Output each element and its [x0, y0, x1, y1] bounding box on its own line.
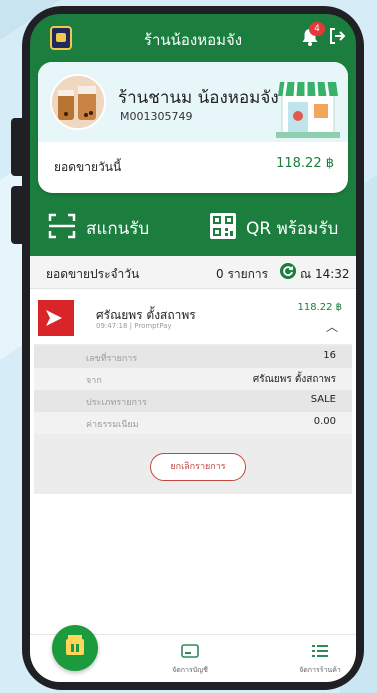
nav-store-manage[interactable]: จัดการร้านค้า: [290, 643, 350, 676]
milk-tea-image: [52, 76, 104, 128]
detail-key: ประเภทรายการ: [86, 398, 147, 408]
detail-value: 0.00: [313, 416, 336, 427]
scan-icon: [48, 213, 76, 239]
detail-row: เลขที่รายการ 16: [34, 346, 352, 368]
refresh-icon[interactable]: [280, 263, 296, 279]
nav-store-label: จัดการร้านค้า: [299, 666, 341, 674]
detail-value: ศรัณยพร ตั้งสถาพร: [252, 374, 336, 385]
shop-card: ร้านชานม น้องหอมจัง M001305749 ยอดขายวัน…: [38, 62, 348, 193]
notification-badge: 4: [309, 22, 325, 36]
detail-value: 16: [323, 350, 336, 361]
detail-key: จาก: [86, 376, 102, 386]
cancel-transaction-button[interactable]: ยกเลิกรายการ: [150, 453, 246, 481]
today-sales-amount: 118.22 ฿: [276, 156, 334, 171]
scan-receive-button[interactable]: สแกนรับ: [48, 208, 188, 244]
top-bar: ร้านน้องหอมจัง 4: [30, 14, 356, 62]
nav-account-manage[interactable]: จัดการบัญชี: [160, 643, 220, 676]
shop-card-header: ร้านชานม น้องหอมจัง M001305749: [38, 62, 348, 142]
daily-sales-bar: ยอดขายประจำวัน 0 รายการ ณ 14:32: [30, 256, 356, 289]
storefront-illustration: [276, 81, 340, 138]
nav-account-label: จัดการบัญชี: [172, 666, 208, 674]
shop-name: ร้านชานม น้องหอมจัง: [118, 88, 279, 108]
transaction-meta: 09:47:18 | PromptPay: [96, 322, 172, 330]
wallet-icon: [181, 644, 199, 658]
qr-receive-button[interactable]: QR พร้อมรับ: [210, 208, 350, 244]
daily-transaction-count: 0 รายการ: [216, 267, 269, 281]
chevron-up-icon[interactable]: ︿: [326, 318, 338, 335]
detail-value: SALE: [310, 394, 336, 405]
transactions-panel: ยอดขายประจำวัน 0 รายการ ณ 14:32 ศรัณยพร …: [30, 256, 356, 634]
app-screen: ร้านน้องหอมจัง 4 ร้านชานม น้องหอมจัง M00…: [30, 14, 356, 682]
detail-row: ค่าธรรมเนียม 0.00: [34, 412, 352, 434]
detail-key: ค่าธรรมเนียม: [86, 420, 139, 430]
scan-receive-label: สแกนรับ: [86, 219, 150, 239]
merchant-id: M001305749: [120, 110, 193, 123]
promptpay-logo-icon: [38, 300, 74, 336]
detail-row: ประเภทรายการ SALE: [34, 390, 352, 412]
qr-receive-label: QR พร้อมรับ: [246, 219, 339, 239]
bottom-nav: จัดการบัญชี จัดการร้านค้า: [30, 625, 356, 682]
list-icon: [312, 645, 328, 657]
daily-sales-label: ยอดขายประจำวัน: [46, 267, 140, 281]
qr-code-icon: [210, 213, 236, 239]
transaction-row[interactable]: ศรัณยพร ตั้งสถาพร 09:47:18 | PromptPay 1…: [34, 294, 352, 342]
action-row: สแกนรับ QR พร้อมรับ: [30, 196, 356, 256]
today-sales-label: ยอดขายวันนี้: [54, 160, 122, 174]
shop-icon: [66, 635, 84, 655]
home-shop-button[interactable]: [52, 625, 98, 671]
detail-key: เลขที่รายการ: [86, 354, 138, 364]
transaction-details: เลขที่รายการ 16 จาก ศรัณยพร ตั้งสถาพร ปร…: [34, 344, 352, 494]
detail-row: จาก ศรัณยพร ตั้งสถาพร: [34, 368, 352, 390]
transaction-amount: 118.22 ฿: [297, 302, 342, 313]
logout-icon[interactable]: [327, 26, 347, 46]
daily-updated-time: ณ 14:32: [300, 267, 350, 281]
shop-avatar: [50, 74, 106, 130]
